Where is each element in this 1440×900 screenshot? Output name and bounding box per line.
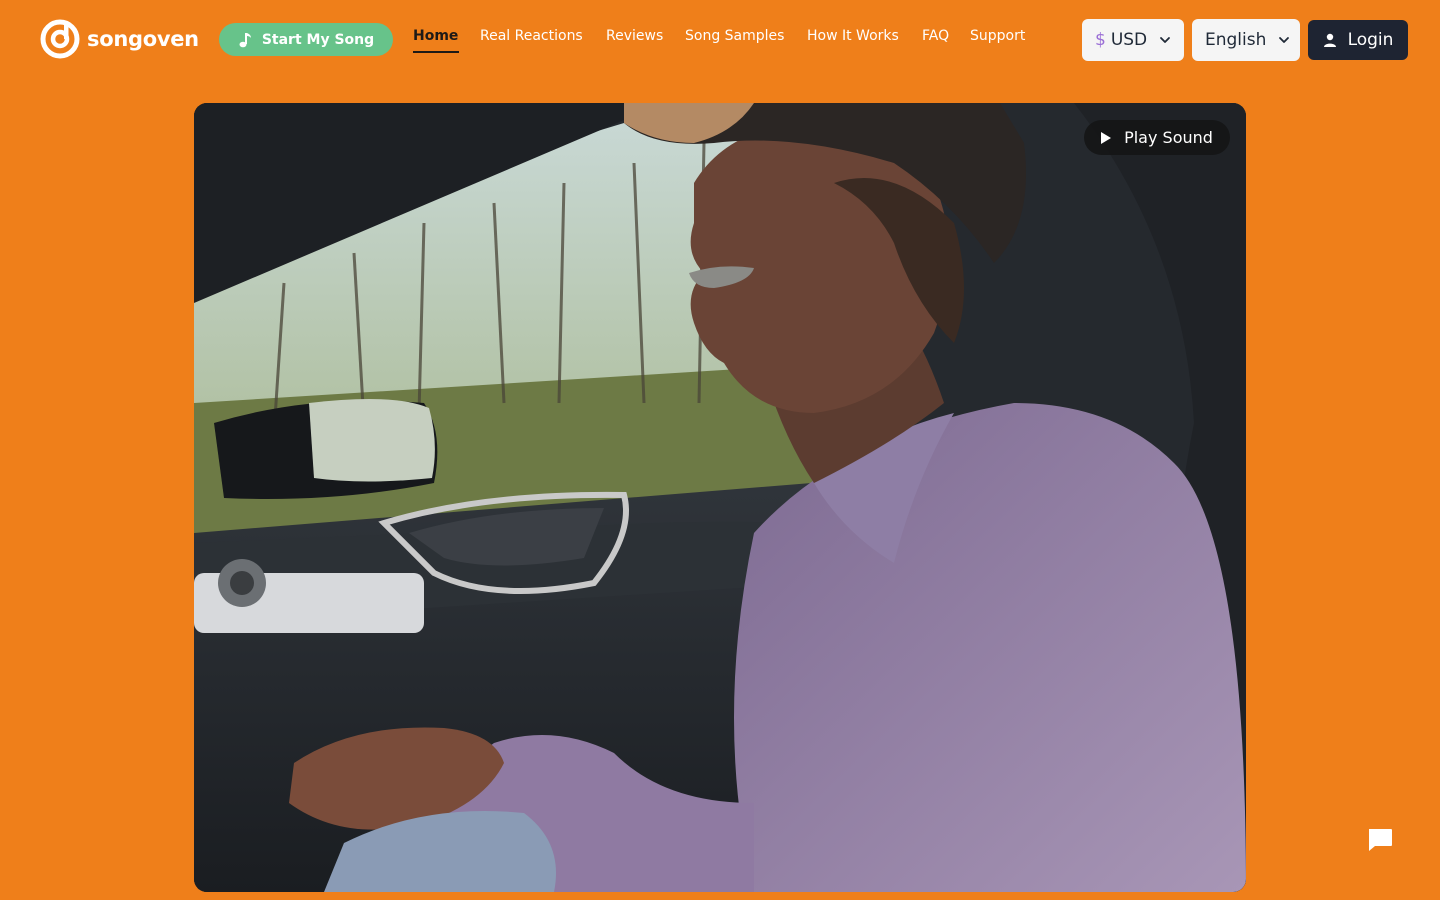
start-my-song-button[interactable]: Start My Song — [219, 23, 393, 56]
currency-value: USD — [1110, 30, 1148, 50]
login-button[interactable]: Login — [1308, 20, 1408, 60]
chat-bubble-icon — [1369, 829, 1392, 851]
logo[interactable]: songoven — [40, 19, 199, 59]
video-still — [194, 103, 1246, 892]
play-sound-button[interactable]: Play Sound — [1084, 120, 1230, 155]
login-label: Login — [1347, 30, 1394, 50]
play-sound-label: Play Sound — [1124, 128, 1213, 147]
language-select[interactable]: English — [1192, 19, 1300, 61]
site-header: songoven Start My Song Home Real Reactio… — [0, 0, 1440, 80]
brand-name: songoven — [87, 27, 199, 51]
chevron-down-icon — [1279, 37, 1290, 43]
language-value: English — [1205, 30, 1267, 50]
songoven-logo-icon — [40, 19, 80, 59]
chat-launcher-button[interactable] — [1352, 812, 1408, 868]
start-my-song-label: Start My Song — [261, 31, 375, 48]
play-icon — [1101, 131, 1112, 144]
music-note-icon — [239, 32, 251, 47]
currency-symbol: $ — [1095, 30, 1106, 50]
currency-select[interactable]: $ USD — [1082, 19, 1184, 61]
nav-home[interactable]: Home — [413, 26, 458, 48]
nav-reviews[interactable]: Reviews — [606, 26, 663, 48]
reaction-video[interactable]: Play Sound — [194, 103, 1246, 892]
nav-song-samples[interactable]: Song Samples — [685, 26, 784, 48]
nav-support[interactable]: Support — [970, 26, 1025, 48]
user-icon — [1323, 33, 1336, 47]
nav-real-reactions[interactable]: Real Reactions — [480, 26, 583, 48]
nav-active-indicator — [413, 51, 459, 53]
nav-how-it-works[interactable]: How It Works — [807, 26, 899, 48]
chevron-down-icon — [1160, 37, 1171, 43]
nav-faq[interactable]: FAQ — [922, 26, 949, 48]
